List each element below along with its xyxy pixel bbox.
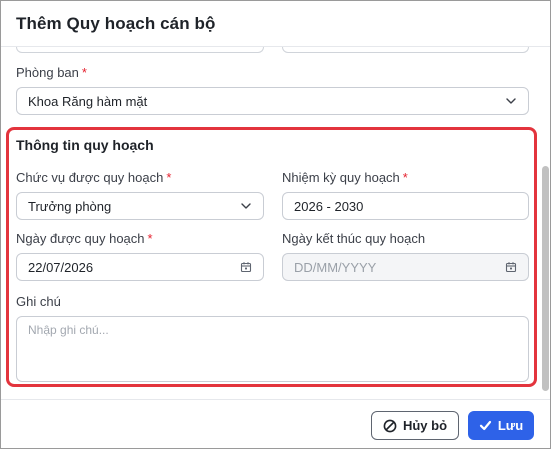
- note-placeholder: Nhập ghi chú...: [28, 323, 109, 337]
- add-staff-planning-dialog: Thêm Quy hoạch cán bộ Phòng ban * Khoa Ră…: [0, 0, 551, 449]
- end-date-placeholder: DD/MM/YYYY: [294, 259, 377, 275]
- plan-date-input[interactable]: 22/07/2026: [16, 253, 264, 281]
- scrollbar-thumb[interactable]: [542, 166, 549, 391]
- ban-icon: [383, 419, 397, 432]
- required-mark: *: [147, 231, 153, 246]
- department-select[interactable]: Khoa Răng hàm mặt: [16, 87, 529, 115]
- save-label: Lưu: [497, 418, 524, 433]
- dialog-header: Thêm Quy hoạch cán bộ: [1, 1, 550, 47]
- chevron-down-icon: [506, 98, 516, 104]
- cancel-label: Hủy bỏ: [402, 418, 448, 433]
- plan-date-value: 22/07/2026: [28, 259, 94, 275]
- position-value: Trưởng phòng: [28, 198, 112, 214]
- chevron-down-icon: [241, 203, 251, 209]
- end-date-label: Ngày kết thúc quy hoạch: [282, 231, 426, 246]
- note-textarea[interactable]: Nhập ghi chú...: [16, 316, 529, 382]
- department-value: Khoa Răng hàm mặt: [28, 93, 148, 109]
- term-input[interactable]: 2026 - 2030: [282, 192, 529, 220]
- dialog-title: Thêm Quy hoạch cán bộ: [16, 14, 216, 33]
- department-label: Phòng ban *: [16, 65, 87, 80]
- term-value: 2026 - 2030: [294, 198, 364, 214]
- cancel-button[interactable]: Hủy bỏ: [371, 411, 459, 440]
- required-mark: *: [402, 170, 408, 185]
- end-date-input: DD/MM/YYYY: [282, 253, 529, 281]
- note-label: Ghi chú: [16, 294, 61, 309]
- required-mark: *: [81, 65, 87, 80]
- previous-field-right[interactable]: [282, 47, 529, 53]
- save-button[interactable]: Lưu: [468, 411, 534, 440]
- calendar-icon: [505, 262, 517, 273]
- term-label: Nhiệm kỳ quy hoạch *: [282, 170, 408, 185]
- section-title: Thông tin quy hoạch: [16, 137, 154, 153]
- position-select[interactable]: Trưởng phòng: [16, 192, 264, 220]
- position-label: Chức vụ được quy hoạch *: [16, 170, 172, 185]
- required-mark: *: [166, 170, 172, 185]
- calendar-icon[interactable]: [240, 261, 252, 273]
- check-icon: [479, 420, 491, 431]
- previous-field-left[interactable]: [16, 47, 264, 53]
- plan-date-label: Ngày được quy hoạch *: [16, 231, 153, 246]
